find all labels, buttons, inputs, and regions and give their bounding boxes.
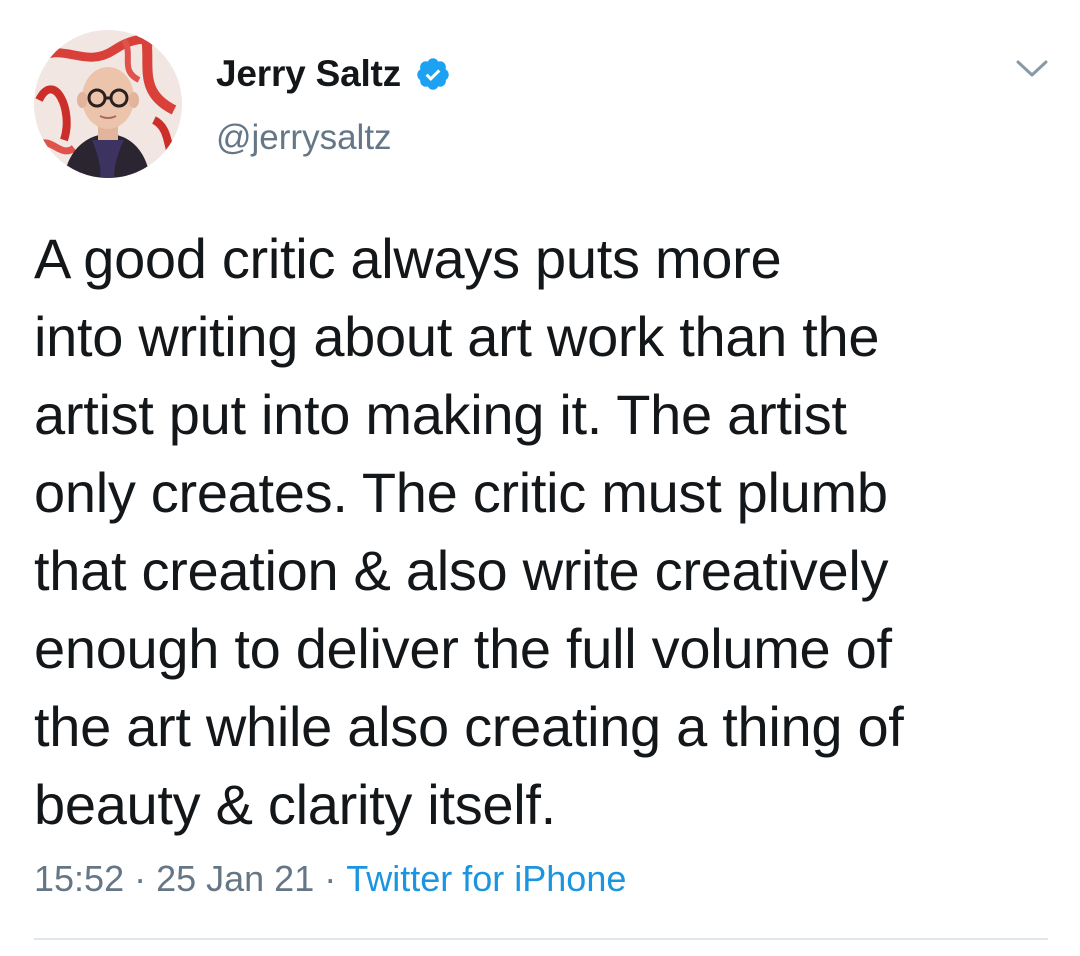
tweet-text-line: A good critic always puts more [34,227,782,290]
author-handle[interactable]: @jerrysaltz [216,118,392,158]
tweet-time[interactable]: 15:52 [34,858,124,899]
chevron-down-icon[interactable] [1014,56,1050,82]
tweet-text-line: into writing about art work than the [34,305,880,368]
divider [34,938,1048,940]
meta-separator: · [324,858,337,899]
tweet-metadata: 15:52 · 25 Jan 21 · Twitter for iPhone [34,858,626,900]
tweet-text: A good critic always puts more into writ… [34,220,1044,844]
author-avatar[interactable] [34,30,182,178]
author-display-name[interactable]: Jerry Saltz [216,53,401,95]
author-name-row[interactable]: Jerry Saltz [216,52,451,96]
tweet-date[interactable]: 25 Jan 21 [156,858,314,899]
tweet-text-line: that creation & also write creatively [34,539,889,602]
tweet-card: Jerry Saltz @jerrysaltz A good critic al… [0,0,1080,956]
avatar-image [34,30,182,178]
tweet-source-link[interactable]: Twitter for iPhone [346,858,626,899]
tweet-text-line: the art while also creating a thing of [34,695,904,758]
tweet-text-line: beauty & clarity itself. [34,773,556,836]
meta-separator: · [134,858,147,899]
tweet-text-line: enough to deliver the full volume of [34,617,892,680]
tweet-text-line: artist put into making it. The artist [34,383,847,446]
tweet-text-line: only creates. The critic must plumb [34,461,888,524]
verified-badge-icon [415,56,451,92]
